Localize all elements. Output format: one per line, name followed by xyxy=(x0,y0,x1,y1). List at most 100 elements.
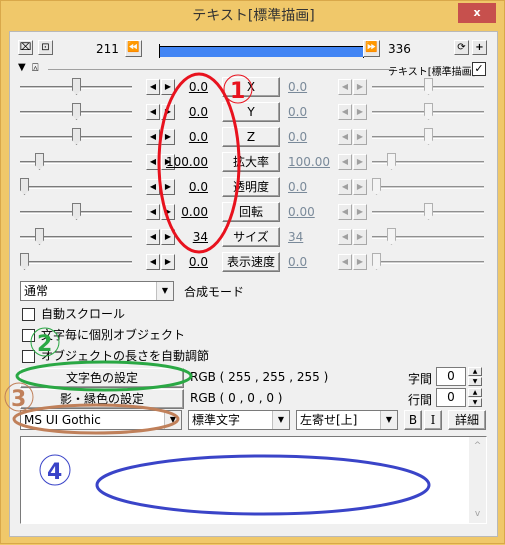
font-style-select[interactable]: 標準文字 ▼ xyxy=(188,410,290,430)
param-slider-end[interactable] xyxy=(372,127,484,147)
decrement-icon[interactable]: ◀ xyxy=(338,104,352,120)
rewind-icon[interactable]: ⏪ xyxy=(125,40,142,57)
param-value-end[interactable]: 0.0 xyxy=(288,79,336,95)
auto-length-checkbox[interactable]: オブジェクトの長さを自動調節 xyxy=(22,349,209,363)
split-icon[interactable]: ⌧ xyxy=(18,40,33,55)
scroll-up-icon[interactable]: ^ xyxy=(469,441,486,451)
param-value-start[interactable]: 0.00 xyxy=(160,204,208,220)
increment-icon[interactable]: ▶ xyxy=(353,204,367,220)
param-value-start[interactable]: 0.0 xyxy=(160,254,208,270)
decrement-icon[interactable]: ◀ xyxy=(146,204,160,220)
slider-thumb[interactable] xyxy=(35,153,44,170)
param-slider-end[interactable] xyxy=(372,252,484,272)
checkbox-box[interactable] xyxy=(22,350,35,363)
decrement-icon[interactable]: ◀ xyxy=(146,154,160,170)
increment-icon[interactable]: ▶ xyxy=(353,254,367,270)
increment-icon[interactable]: ▶ xyxy=(353,104,367,120)
decrement-icon[interactable]: ◀ xyxy=(338,79,352,95)
text-color-button[interactable]: 文字色の設定 xyxy=(20,368,184,388)
scroll-down-icon[interactable]: v xyxy=(469,509,486,519)
param-value-start[interactable]: 100.00 xyxy=(160,154,208,170)
param-slider-start[interactable] xyxy=(20,152,132,172)
param-slider-end[interactable] xyxy=(372,177,484,197)
param-button[interactable]: サイズ xyxy=(222,227,280,247)
decrement-icon[interactable]: ◀ xyxy=(146,129,160,145)
bold-button[interactable]: B xyxy=(404,410,422,430)
slider-thumb[interactable] xyxy=(20,253,29,270)
spin-up-icon[interactable]: ▲ xyxy=(468,367,482,376)
param-step-end[interactable]: ◀ ▶ xyxy=(338,129,368,145)
fast-forward-icon[interactable]: ⏩ xyxy=(363,40,380,57)
text-align-select[interactable]: 左寄せ[上] ▼ xyxy=(296,410,398,430)
slider-thumb[interactable] xyxy=(72,103,81,120)
param-value-end[interactable]: 100.00 xyxy=(288,154,336,170)
param-slider-end[interactable] xyxy=(372,227,484,247)
object-enabled-checkbox[interactable]: ✓ xyxy=(472,62,486,76)
param-step-end[interactable]: ◀ ▶ xyxy=(338,154,368,170)
frame-select-icon[interactable]: ⊡ xyxy=(38,40,53,55)
param-step-end[interactable]: ◀ ▶ xyxy=(338,104,368,120)
slider-thumb[interactable] xyxy=(72,203,81,220)
slider-thumb[interactable] xyxy=(424,103,433,120)
slider-thumb[interactable] xyxy=(35,228,44,245)
decrement-icon[interactable]: ◀ xyxy=(146,179,160,195)
param-slider-start[interactable] xyxy=(20,252,132,272)
per-char-object-checkbox[interactable]: 文字毎に個別オブジェクト xyxy=(22,328,185,342)
param-step-end[interactable]: ◀ ▶ xyxy=(338,204,368,220)
param-button[interactable]: 回転 xyxy=(222,202,280,222)
param-slider-end[interactable] xyxy=(372,152,484,172)
decrement-icon[interactable]: ◀ xyxy=(146,79,160,95)
italic-button[interactable]: I xyxy=(424,410,442,430)
checkbox-box[interactable] xyxy=(22,329,35,342)
decrement-icon[interactable]: ◀ xyxy=(338,179,352,195)
param-step-end[interactable]: ◀ ▶ xyxy=(338,179,368,195)
param-slider-start[interactable] xyxy=(20,77,132,97)
param-value-end[interactable]: 0.0 xyxy=(288,179,336,195)
decrement-icon[interactable]: ◀ xyxy=(146,104,160,120)
param-step-end[interactable]: ◀ ▶ xyxy=(338,254,368,270)
refresh-icon[interactable]: ⟳ xyxy=(454,40,469,55)
vertical-scrollbar[interactable]: ^ v xyxy=(469,437,486,523)
slider-thumb[interactable] xyxy=(387,228,396,245)
param-button[interactable]: X xyxy=(222,77,280,97)
param-value-start[interactable]: 34 xyxy=(160,229,208,245)
checkbox-box[interactable] xyxy=(22,308,35,321)
slider-thumb[interactable] xyxy=(372,253,381,270)
slider-thumb[interactable] xyxy=(72,78,81,95)
slider-thumb[interactable] xyxy=(72,128,81,145)
param-slider-end[interactable] xyxy=(372,77,484,97)
param-button[interactable]: Z xyxy=(222,127,280,147)
decrement-icon[interactable]: ◀ xyxy=(146,254,160,270)
slider-thumb[interactable] xyxy=(372,178,381,195)
param-slider-start[interactable] xyxy=(20,177,132,197)
param-button[interactable]: 透明度 xyxy=(222,177,280,197)
decrement-icon[interactable]: ◀ xyxy=(338,229,352,245)
param-button[interactable]: Y xyxy=(222,102,280,122)
slider-thumb[interactable] xyxy=(387,153,396,170)
slider-thumb[interactable] xyxy=(424,78,433,95)
param-value-start[interactable]: 0.0 xyxy=(160,104,208,120)
param-value-start[interactable]: 0.0 xyxy=(160,129,208,145)
increment-icon[interactable]: ▶ xyxy=(353,179,367,195)
close-button[interactable]: x xyxy=(458,3,496,23)
param-step-end[interactable]: ◀ ▶ xyxy=(338,79,368,95)
param-value-end[interactable]: 34 xyxy=(288,229,336,245)
line-spacing-spinner[interactable]: ▲ ▼ xyxy=(468,388,482,407)
decrement-icon[interactable]: ◀ xyxy=(338,204,352,220)
param-slider-end[interactable] xyxy=(372,102,484,122)
param-value-start[interactable]: 0.0 xyxy=(160,79,208,95)
blend-mode-select[interactable]: 通常 ▼ xyxy=(20,281,174,301)
detail-button[interactable]: 詳細 xyxy=(448,410,486,430)
increment-icon[interactable]: ▶ xyxy=(353,229,367,245)
param-slider-start[interactable] xyxy=(20,102,132,122)
line-spacing-input[interactable]: 0 xyxy=(436,388,466,407)
param-step-end[interactable]: ◀ ▶ xyxy=(338,229,368,245)
add-icon[interactable]: + xyxy=(472,40,487,55)
param-button[interactable]: 表示速度 xyxy=(222,252,280,272)
decrement-icon[interactable]: ◀ xyxy=(338,154,352,170)
decrement-icon[interactable]: ◀ xyxy=(338,254,352,270)
param-slider-start[interactable] xyxy=(20,227,132,247)
decrement-icon[interactable]: ◀ xyxy=(146,229,160,245)
param-value-start[interactable]: 0.0 xyxy=(160,179,208,195)
increment-icon[interactable]: ▶ xyxy=(353,129,367,145)
